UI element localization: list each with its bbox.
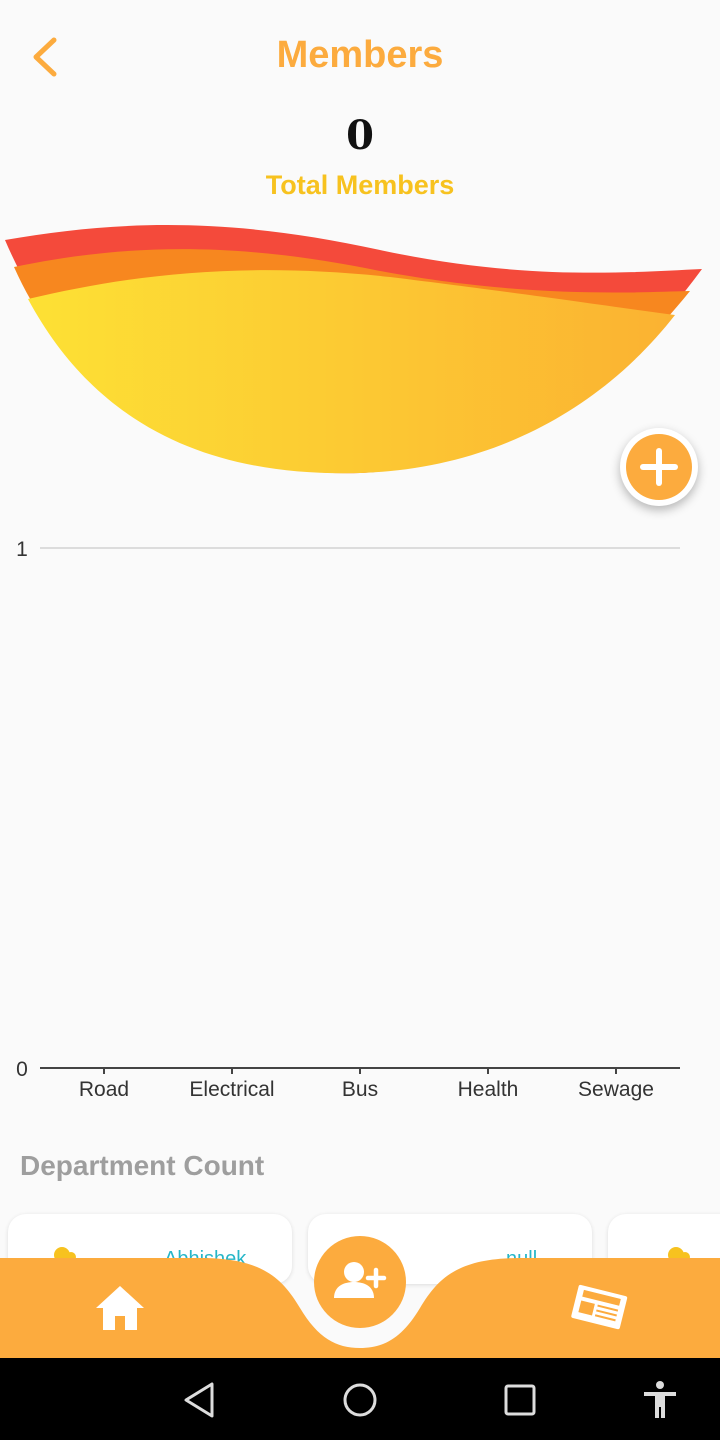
home-icon [96, 1286, 144, 1330]
page-title: Members [276, 34, 444, 76]
system-home-button[interactable] [338, 1378, 382, 1422]
department-count-title: Department Count [20, 1150, 265, 1181]
chart-x-tick-label: Road [79, 1078, 129, 1101]
department-bar-chart: 0 1 Road Electrical Bus Health Sewage [16, 538, 680, 1101]
circle-home-icon [343, 1383, 377, 1417]
accessibility-button[interactable] [638, 1378, 682, 1422]
chart-y-tick-label: 1 [16, 538, 28, 561]
wave-illustration [5, 225, 702, 474]
add-member-button[interactable] [314, 1236, 406, 1328]
home-nav-button[interactable] [90, 1280, 150, 1336]
newspaper-icon [571, 1284, 628, 1330]
news-nav-button[interactable] [566, 1282, 632, 1334]
system-nav-bar [0, 1358, 720, 1440]
fab-circle [626, 434, 692, 500]
total-members-count: 0 [346, 112, 374, 159]
triangle-back-icon [184, 1382, 214, 1418]
app-header: Members [0, 0, 720, 110]
chart-y-tick-label: 0 [16, 1058, 28, 1081]
chart-x-tick-label: Sewage [578, 1078, 654, 1101]
chart-x-tick-label: Electrical [189, 1078, 274, 1101]
chart-x-tick-label: Health [458, 1078, 519, 1101]
plus-icon [640, 448, 678, 486]
system-recents-button[interactable] [498, 1378, 542, 1422]
square-recents-icon [504, 1384, 536, 1416]
add-person-icon [334, 1262, 387, 1298]
accessibility-icon [644, 1381, 676, 1418]
chart-x-tick-label: Bus [342, 1078, 378, 1101]
add-fab-button[interactable] [620, 428, 698, 506]
total-members-label: Total Members [265, 170, 455, 200]
system-back-button[interactable] [178, 1378, 222, 1422]
